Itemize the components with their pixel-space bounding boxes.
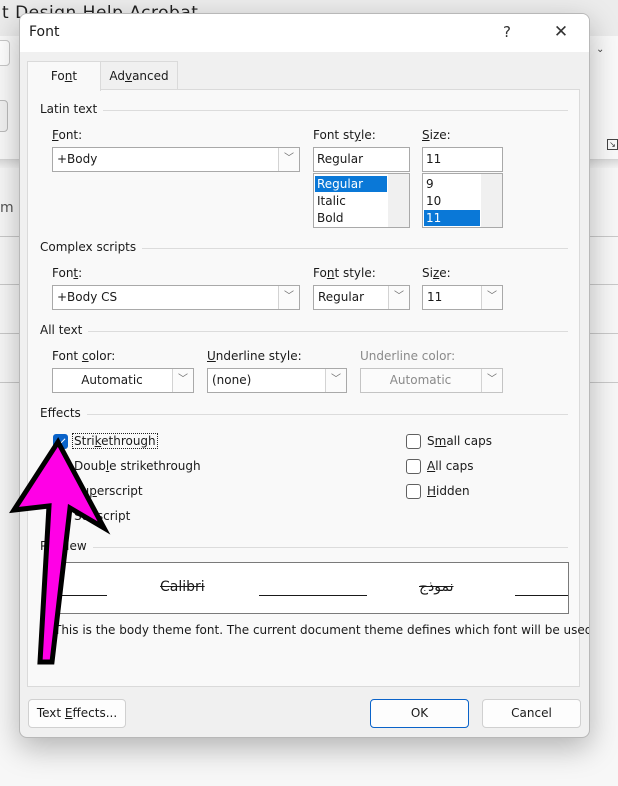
underline-color-label: Underline color: <box>360 349 456 363</box>
tab-font[interactable]: Font <box>27 61 101 91</box>
dialog-titlebar: Font ? ✕ <box>20 14 589 52</box>
latin-font-label: Font: <box>52 128 83 142</box>
chevron-down-icon[interactable]: ﹀ <box>325 369 346 392</box>
list-item[interactable]: 10 <box>424 193 480 209</box>
all-caps-checkbox[interactable]: All caps <box>406 457 475 475</box>
preview-group-label: Preview <box>40 539 93 553</box>
preview-baseline <box>515 595 568 596</box>
checkbox-icon[interactable] <box>53 458 68 474</box>
preview-latin-sample: Calibri <box>160 579 205 595</box>
cancel-button[interactable]: Cancel <box>482 699 581 728</box>
chevron-down-icon[interactable]: ﹀ <box>172 369 193 392</box>
checkbox-icon[interactable] <box>53 483 68 499</box>
latin-style-label: Font style: <box>313 128 376 142</box>
close-button[interactable]: ✕ <box>547 20 575 44</box>
latin-text-group-label: Latin text <box>40 102 104 116</box>
preview-baseline <box>259 595 367 596</box>
latin-style-input[interactable]: Regular <box>313 147 410 172</box>
strikethrough-checkbox[interactable]: Strikethrough <box>53 432 158 450</box>
chevron-down-icon[interactable]: ﹀ <box>278 148 299 171</box>
font-dialog: Font ? ✕ Font Advanced Latin text Font: … <box>19 13 590 738</box>
complex-style-combobox[interactable]: Regular ﹀ <box>313 285 410 310</box>
chevron-down-icon[interactable]: ﹀ <box>481 286 502 309</box>
group-divider <box>40 110 568 111</box>
complex-scripts-group-label: Complex scripts <box>40 240 143 254</box>
latin-size-listbox[interactable]: 9 10 11 <box>422 173 503 228</box>
chevron-down-icon[interactable]: ﹀ <box>388 286 409 309</box>
preview-box: Calibri نموذج <box>56 562 569 614</box>
font-tab-panel: Latin text Font: +Body ﹀ Font style: Reg… <box>27 89 589 687</box>
help-button[interactable]: ? <box>495 20 519 44</box>
underline-color-combobox: Automatic ﹀ <box>360 368 503 393</box>
chevron-down-icon: ﹀ <box>481 369 502 392</box>
checkbox-icon[interactable] <box>406 483 421 499</box>
small-caps-checkbox[interactable]: Small caps <box>406 432 493 450</box>
tab-advanced[interactable]: Advanced <box>101 61 178 89</box>
list-item[interactable]: 11 <box>424 210 480 226</box>
checkbox-checked-icon[interactable] <box>53 433 68 449</box>
group-divider <box>40 331 568 332</box>
hidden-checkbox[interactable]: Hidden <box>406 482 471 500</box>
latin-size-label: Size: <box>422 128 451 142</box>
font-color-label: Font color: <box>52 349 116 363</box>
ribbon-combo-partial[interactable] <box>0 40 10 66</box>
checkbox-icon[interactable] <box>53 508 68 524</box>
latin-font-combobox[interactable]: +Body ﹀ <box>52 147 300 172</box>
latin-style-listbox[interactable]: Regular Italic Bold <box>313 173 410 228</box>
text-effects-button[interactable]: Text Effects... <box>28 699 126 728</box>
list-item[interactable]: Regular <box>315 176 387 192</box>
preview-complex-sample: نموذج <box>419 579 454 595</box>
document-text-fragment: m <box>0 200 14 216</box>
complex-size-combobox[interactable]: 11 ﹀ <box>422 285 503 310</box>
list-item[interactable]: Bold <box>315 210 387 226</box>
chevron-down-icon[interactable]: ⌄ <box>596 44 604 55</box>
ok-button[interactable]: OK <box>370 699 469 728</box>
checkbox-icon[interactable] <box>406 433 421 449</box>
chevron-down-icon[interactable]: ﹀ <box>278 286 299 309</box>
underline-style-label: Underline style: <box>207 349 302 363</box>
underline-style-combobox[interactable]: (none) ﹀ <box>207 368 347 393</box>
complex-style-label: Font style: <box>313 266 376 280</box>
scrollbar[interactable] <box>388 174 409 227</box>
dialog-launcher-icon[interactable]: ↘ <box>607 139 618 150</box>
complex-size-label: Size: <box>422 266 451 280</box>
preview-baseline <box>59 595 107 596</box>
all-text-group-label: All text <box>40 323 89 337</box>
latin-font-value: +Body <box>57 152 98 166</box>
checkbox-icon[interactable] <box>406 458 421 474</box>
list-item[interactable]: Italic <box>315 193 387 209</box>
group-divider <box>40 414 568 415</box>
latin-size-input[interactable]: 11 <box>422 147 503 172</box>
group-divider <box>40 547 568 548</box>
superscript-checkbox[interactable]: Superscript <box>53 482 144 500</box>
effects-group-label: Effects <box>40 406 87 420</box>
complex-font-combobox[interactable]: +Body CS ﹀ <box>52 285 300 310</box>
ribbon-button-partial[interactable] <box>0 100 8 132</box>
complex-font-label: Font: <box>52 266 83 280</box>
scrollbar[interactable] <box>481 174 502 227</box>
font-color-combobox[interactable]: Automatic ﹀ <box>52 368 194 393</box>
list-item[interactable]: 9 <box>424 176 480 192</box>
preview-note: This is the body theme font. The current… <box>54 623 590 637</box>
dialog-title: Font <box>29 24 60 40</box>
double-strikethrough-checkbox[interactable]: Double strikethrough <box>53 457 202 475</box>
subscript-checkbox[interactable]: Subscript <box>53 507 131 525</box>
